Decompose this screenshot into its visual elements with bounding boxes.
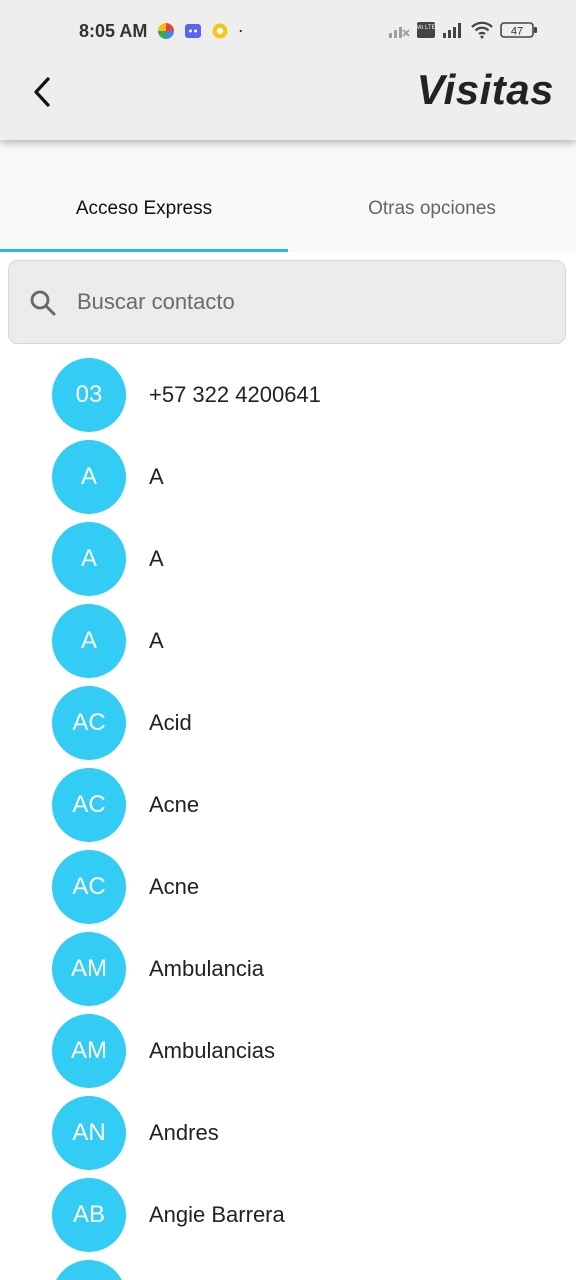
header: 8:05 AM Vo LTE 47 Visitas (0, 0, 576, 140)
contact-name: +57 322 4200641 (149, 382, 321, 407)
volte-icon: Vo LTE (416, 22, 436, 38)
photos-icon (158, 23, 174, 39)
chevron-left-icon (34, 77, 50, 107)
contact-name: Angie Barrera (149, 1202, 285, 1227)
discord-icon (185, 24, 201, 38)
contact-avatar: 03 (52, 358, 126, 432)
more-notifications-dot-icon (239, 29, 242, 33)
contact-list-item[interactable] (0, 1256, 576, 1280)
contact-avatar (52, 1260, 126, 1280)
back-button[interactable] (22, 72, 62, 112)
svg-text:47: 47 (511, 26, 523, 38)
contact-name: Acid (149, 710, 192, 735)
status-bar: 8:05 AM Vo LTE 47 (0, 0, 576, 64)
svg-text:Vo LTE: Vo LTE (416, 25, 435, 31)
app-bar: Visitas (0, 64, 576, 140)
contact-name: A (149, 546, 164, 571)
contact-list-item[interactable]: AM Ambulancia (0, 928, 576, 1010)
system-status-icons: Vo LTE 47 (388, 21, 538, 39)
contact-name: A (149, 628, 164, 653)
contact-avatar: AM (52, 1014, 126, 1088)
page-title: Visitas (416, 66, 554, 113)
tab-otras-opciones[interactable]: Otras opciones (288, 198, 576, 220)
contact-list-item[interactable]: AA (0, 518, 576, 600)
contact-list: 03 +57 322 4200641 A A A A A A AC Acid AC Acne AC Acn… (0, 354, 576, 1280)
contact-avatar: AC (52, 686, 126, 760)
contact-name: Ambulancia (149, 956, 264, 981)
contact-list-item[interactable]: AN Andres (0, 1092, 576, 1174)
contact-name: Ambulancias (149, 1038, 275, 1063)
contact-avatar: AC (52, 850, 126, 924)
notification-icons (157, 22, 248, 40)
contact-avatar: AB (52, 1178, 126, 1252)
contact-list-item[interactable]: AC Acne (0, 846, 576, 928)
status-time: 8:05 AM (79, 21, 148, 41)
contact-avatar: AC (52, 768, 126, 842)
contact-list-item[interactable]: AC Acne (0, 764, 576, 846)
contact-list-item[interactable]: AB Angie Barrera (0, 1174, 576, 1256)
search-bar[interactable] (8, 260, 566, 344)
contact-name: Andres (149, 1120, 219, 1145)
contact-avatar: A (52, 440, 126, 514)
contact-list-item[interactable]: AA (0, 436, 576, 518)
contact-name: Acne (149, 874, 200, 899)
contact-name: Acne (149, 792, 200, 817)
signal-strength-icon (443, 23, 461, 38)
contact-avatar: A (52, 522, 126, 596)
wifi-icon (471, 21, 493, 39)
contact-avatar: AN (52, 1096, 126, 1170)
search-icon (30, 290, 56, 316)
tab-bar: Acceso Express Otras opciones (0, 140, 576, 252)
tab-acceso-express[interactable]: Acceso Express (0, 198, 288, 220)
visitas-screen: 8:05 AM Vo LTE 47 Visitas Acceso Express… (0, 0, 576, 1280)
battery-icon: 47 (500, 22, 537, 38)
contact-name: A (149, 464, 164, 489)
contact-avatar: AM (52, 932, 126, 1006)
contact-list-item[interactable]: AA (0, 600, 576, 682)
tab-selected-indicator (0, 249, 288, 252)
contact-list-item[interactable]: AC Acid (0, 682, 576, 764)
contact-list-item[interactable]: AM Ambulancias (0, 1010, 576, 1092)
signal-no-service-icon (389, 27, 410, 38)
search-input[interactable] (77, 285, 537, 319)
emoji-notification-icon (212, 23, 228, 39)
contact-avatar: A (52, 604, 126, 678)
contact-list-item[interactable]: 03 +57 322 4200641 (0, 354, 576, 436)
